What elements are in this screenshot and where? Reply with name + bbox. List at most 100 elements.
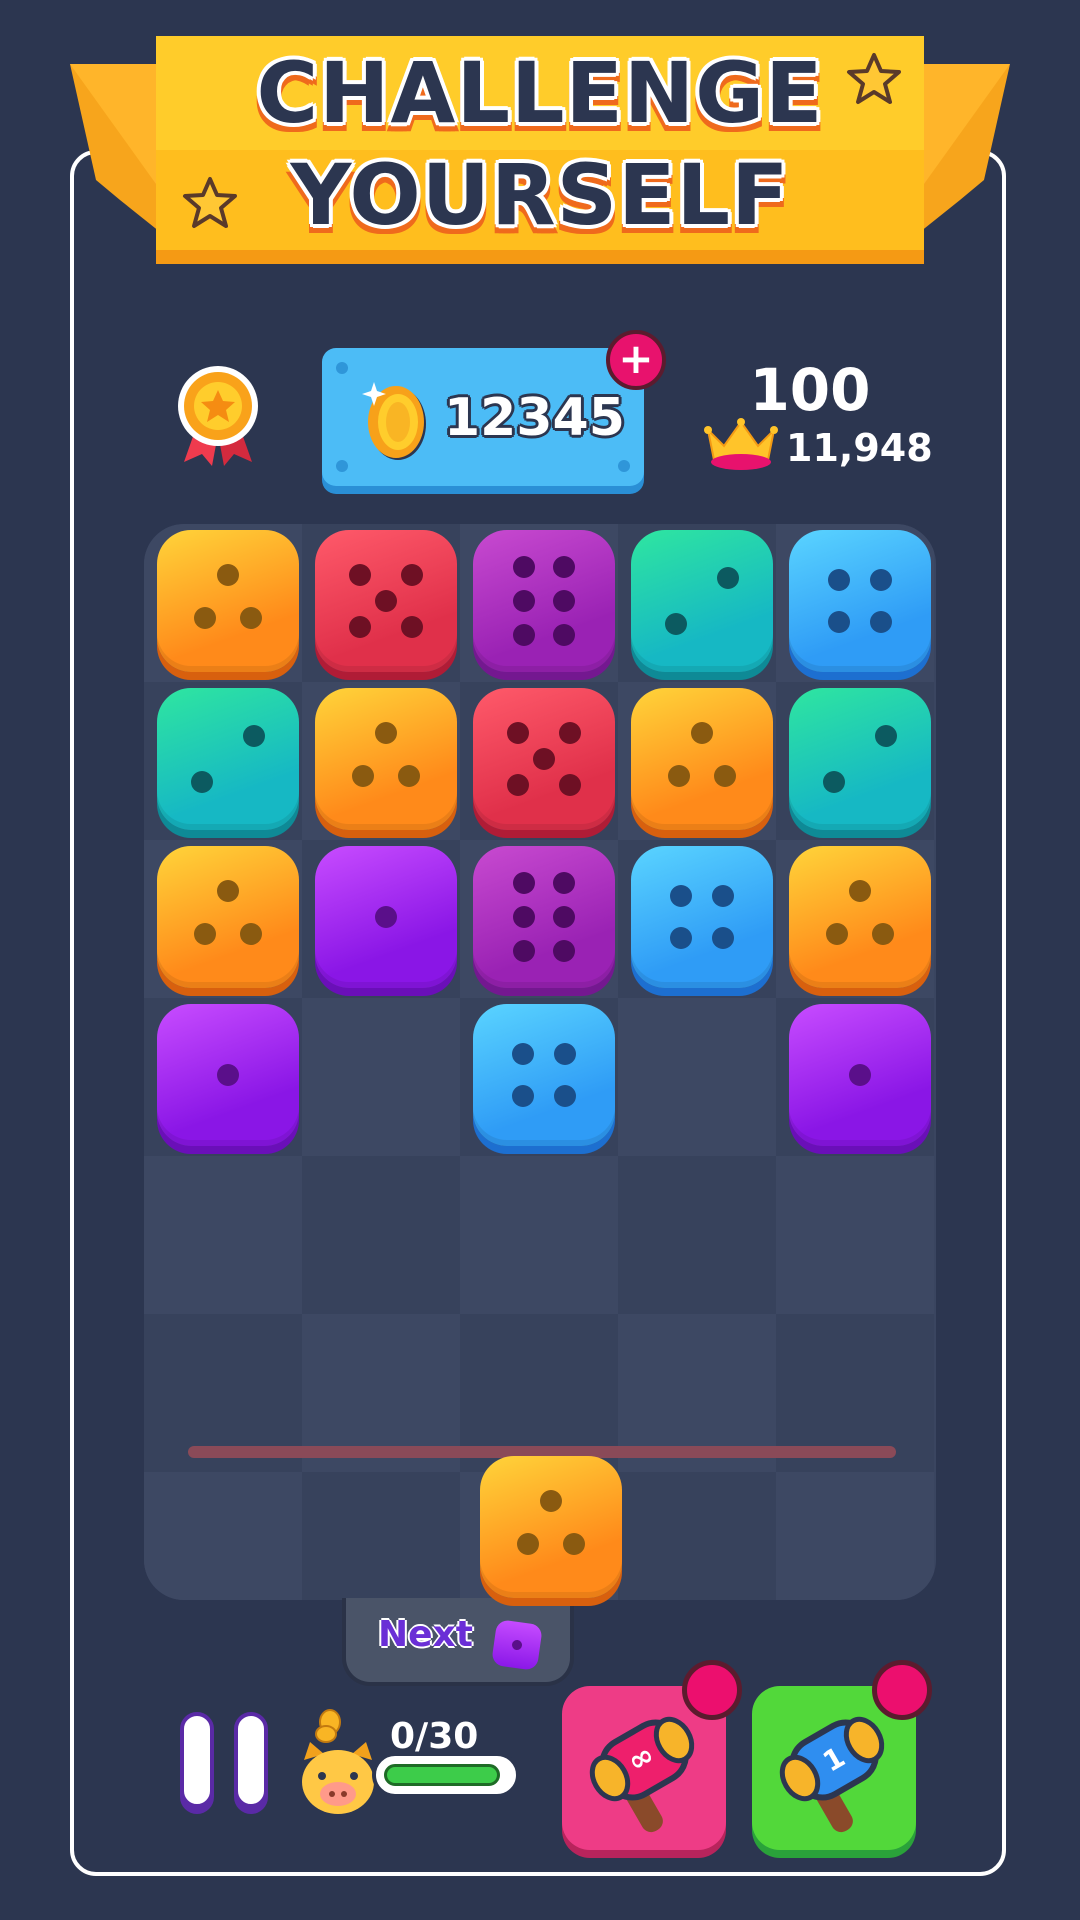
- die-pip: [870, 611, 893, 634]
- die-pip: [533, 748, 555, 770]
- piggy-progress-text: 0/30: [390, 1716, 479, 1757]
- die-pip: [375, 906, 397, 928]
- star-icon: [847, 53, 901, 104]
- die-pip: [827, 568, 850, 591]
- die-pip: [552, 624, 575, 647]
- die-pip: [513, 906, 536, 928]
- die-pip: [558, 773, 581, 796]
- die-6: [473, 846, 615, 988]
- die-pip: [513, 940, 536, 963]
- die-pip: [400, 615, 423, 638]
- current-score: 100: [749, 356, 871, 424]
- die-pip: [552, 555, 575, 578]
- gold-coin-icon: [362, 382, 426, 460]
- booster-hammer-one-button[interactable]: 1: [752, 1660, 932, 1850]
- die-pip: [513, 871, 536, 894]
- die-pip: [713, 765, 736, 788]
- die-pip: [691, 722, 713, 745]
- die-pip: [397, 765, 420, 788]
- die-pip: [517, 1533, 540, 1556]
- panel-rivet: [618, 460, 630, 472]
- die-pip: [870, 568, 893, 591]
- banner-title-line-2: YOURSELF: [290, 146, 790, 244]
- die-pip: [712, 884, 735, 907]
- die-3: [315, 688, 457, 830]
- die-pip: [874, 725, 897, 748]
- die-pip: [400, 564, 423, 587]
- board-cell: [460, 1156, 618, 1314]
- die-1: [315, 846, 457, 988]
- notification-badge: [872, 1660, 932, 1720]
- board-cell: [302, 998, 460, 1156]
- die-3: [157, 530, 299, 672]
- die-5: [315, 530, 457, 672]
- die-pip: [352, 765, 375, 788]
- die-2: [789, 688, 931, 830]
- die-pip: [239, 607, 262, 630]
- crown-icon: [704, 418, 778, 470]
- die-2: [631, 530, 773, 672]
- die-pip: [552, 906, 575, 928]
- die-pip: [562, 1533, 585, 1556]
- die-pip: [242, 725, 265, 748]
- die-pip: [552, 590, 575, 612]
- coin-balance: 12345: [444, 388, 625, 448]
- next-die: [491, 1619, 543, 1671]
- board-cell: [618, 1156, 776, 1314]
- die-pip: [217, 564, 239, 587]
- die-pip: [554, 1085, 577, 1108]
- die-pip: [871, 923, 894, 946]
- board-cell: [302, 1472, 460, 1600]
- die-pip: [849, 880, 871, 903]
- add-coins-button[interactable]: +: [606, 330, 666, 390]
- die-5: [473, 688, 615, 830]
- die-1: [789, 1004, 931, 1146]
- die-pip: [511, 1085, 534, 1108]
- medal-star-icon[interactable]: [172, 362, 264, 468]
- die-pip: [554, 1042, 577, 1065]
- board-cell: [776, 1156, 934, 1314]
- die-4: [473, 1004, 615, 1146]
- die-pip: [507, 722, 530, 745]
- die-pip: [823, 770, 846, 793]
- die-pip: [217, 880, 239, 903]
- die-6: [473, 530, 615, 672]
- booster-hammer-infinity-button[interactable]: ∞: [562, 1660, 742, 1850]
- die-pip: [558, 722, 581, 745]
- die-pip: [826, 923, 849, 946]
- die-pip: [511, 1639, 523, 1651]
- die-pip: [669, 884, 692, 907]
- die-3: [157, 846, 299, 988]
- board-cell: [618, 1472, 776, 1600]
- die-pip: [194, 923, 217, 946]
- pause-button[interactable]: [180, 1712, 280, 1816]
- die-pip: [849, 1064, 871, 1086]
- die-3: [631, 688, 773, 830]
- die-pip: [513, 624, 536, 647]
- die-pip: [665, 612, 688, 635]
- challenge-banner: CHALLENGE YOURSELF: [0, 0, 1080, 280]
- board-cell: [302, 1156, 460, 1314]
- board-cell: [144, 1156, 302, 1314]
- board-cell: [144, 1472, 302, 1600]
- board-cell: [776, 1472, 934, 1600]
- die-pip: [349, 615, 372, 638]
- die-pip: [375, 722, 397, 745]
- panel-rivet: [336, 460, 348, 472]
- next-preview: Next: [342, 1598, 574, 1686]
- piggy-progress-fill: [384, 1764, 500, 1786]
- die-2: [157, 688, 299, 830]
- die-4: [789, 530, 931, 672]
- die-pip: [511, 1042, 534, 1065]
- die-pip: [513, 590, 536, 612]
- die-pip: [513, 555, 536, 578]
- piggy-bank-icon[interactable]: [296, 1708, 380, 1818]
- next-label: Next: [378, 1614, 473, 1655]
- best-score: 11,948: [786, 426, 933, 470]
- die-1: [157, 1004, 299, 1146]
- coin-balance-panel[interactable]: 12345: [322, 348, 644, 486]
- die-pip: [217, 1064, 239, 1086]
- notification-badge: [682, 1660, 742, 1720]
- plus-icon: +: [618, 334, 654, 383]
- die-pip: [194, 607, 217, 630]
